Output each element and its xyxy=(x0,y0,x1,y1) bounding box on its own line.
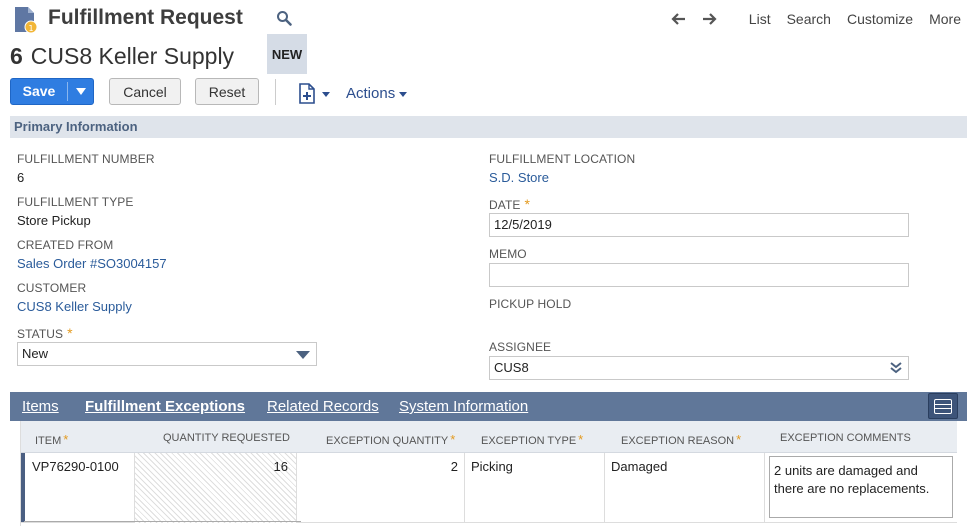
forward-arrow-icon[interactable] xyxy=(701,11,719,27)
required-indicator: * xyxy=(578,432,584,447)
cell-item[interactable]: VP76290-0100 xyxy=(25,453,135,523)
cell-exception-type[interactable]: Picking xyxy=(465,453,605,523)
cancel-button[interactable]: Cancel xyxy=(109,78,181,105)
svg-text:1: 1 xyxy=(28,24,33,33)
subtab-bar: Items Fulfillment Exceptions Related Rec… xyxy=(10,392,967,421)
record-number: 6 xyxy=(10,42,23,69)
actions-menu[interactable]: Actions xyxy=(346,85,408,102)
customer-label: CUSTOMER xyxy=(17,281,87,295)
dropdown-arrow-icon xyxy=(296,351,310,359)
cell-exception-quantity[interactable]: 2 xyxy=(297,453,465,523)
new-document-icon[interactable] xyxy=(297,82,333,104)
search-icon[interactable] xyxy=(276,10,292,26)
fulfillment-location-link[interactable]: S.D. Store xyxy=(489,170,549,185)
page-title: Fulfillment Request xyxy=(48,6,243,29)
cell-quantity-requested: 16 xyxy=(135,453,297,523)
column-header-exception-quantity[interactable]: EXCEPTION QUANTITY * xyxy=(326,432,455,447)
back-arrow-icon[interactable] xyxy=(669,11,687,27)
required-indicator: * xyxy=(524,196,531,212)
actions-label: Actions xyxy=(346,85,396,102)
required-indicator: * xyxy=(450,432,456,447)
tab-system-information[interactable]: System Information xyxy=(399,398,528,415)
created-from-link[interactable]: Sales Order #SO3004157 xyxy=(17,256,167,271)
column-header-exception-reason[interactable]: EXCEPTION REASON * xyxy=(621,432,741,447)
column-header-exception-quantity-label: EXCEPTION QUANTITY xyxy=(326,435,449,447)
fulfillment-exceptions-sublist: ITEM * QUANTITY REQUESTED EXCEPTION QUANT… xyxy=(20,421,957,526)
nav-list-link[interactable]: List xyxy=(749,11,771,27)
required-indicator: * xyxy=(67,325,73,341)
status-badge: NEW xyxy=(267,34,307,74)
nav-more-link[interactable]: More xyxy=(929,11,961,27)
assignee-label: ASSIGNEE xyxy=(489,340,552,354)
reset-button[interactable]: Reset xyxy=(195,78,259,105)
tab-fulfillment-exceptions-label: Fulfillment Exceptions xyxy=(85,398,246,415)
tab-fulfillment-exceptions[interactable]: Fulfillment Exceptions xyxy=(85,398,245,415)
created-from-label: CREATED FROM xyxy=(17,238,114,252)
top-navigation: List Search Customize More xyxy=(669,11,961,27)
fulfillment-type-value: Store Pickup xyxy=(17,213,91,228)
record-type-icon: 1 xyxy=(15,7,37,34)
save-button-label: Save xyxy=(22,83,56,99)
required-indicator: * xyxy=(63,432,69,447)
caret-down-icon xyxy=(75,87,86,95)
caret-down-icon xyxy=(399,91,408,97)
assignee-select[interactable]: CUS8 xyxy=(489,356,909,380)
memo-field[interactable] xyxy=(489,263,909,287)
page-header: 1 Fulfillment Request List Search Custom… xyxy=(0,0,967,40)
double-chevron-down-icon xyxy=(890,362,902,374)
save-button[interactable]: Save xyxy=(10,78,94,105)
tab-system-information-label: System Information xyxy=(399,398,529,415)
subtab-menu-button[interactable] xyxy=(928,393,958,419)
status-label-text: STATUS xyxy=(17,327,64,341)
nav-search-link[interactable]: Search xyxy=(787,11,831,27)
list-view-icon xyxy=(934,398,952,414)
tab-related-records[interactable]: Related Records xyxy=(267,398,379,415)
nav-customize-link[interactable]: Customize xyxy=(847,11,913,27)
date-field[interactable]: 12/5/2019 xyxy=(489,213,909,237)
record-name: CUS8 Keller Supply xyxy=(30,42,235,69)
sublist-header-row: ITEM * QUANTITY REQUESTED EXCEPTION QUANT… xyxy=(21,421,957,453)
fulfillment-location-label: FULFILLMENT LOCATION xyxy=(489,152,636,166)
sublist-footer-line xyxy=(24,521,301,526)
tab-items-label: Items xyxy=(22,398,59,415)
tab-related-records-label: Related Records xyxy=(267,398,379,415)
column-header-exception-comments[interactable]: EXCEPTION COMMENTS xyxy=(780,432,911,444)
toolbar-divider xyxy=(275,79,276,105)
fulfillment-number-value: 6 xyxy=(17,170,25,185)
column-header-item[interactable]: ITEM * xyxy=(35,432,68,447)
column-header-exception-reason-label: EXCEPTION REASON xyxy=(621,435,735,447)
pickup-hold-label: PICKUP HOLD xyxy=(489,297,572,311)
fulfillment-type-label: FULFILLMENT TYPE xyxy=(17,195,134,209)
status-select-value: New xyxy=(22,346,49,361)
column-header-item-label: ITEM xyxy=(35,435,62,447)
date-label: DATE * xyxy=(489,196,530,212)
customer-link[interactable]: CUS8 Keller Supply xyxy=(17,299,132,314)
fulfillment-number-label: FULFILLMENT NUMBER xyxy=(17,152,155,166)
tab-items[interactable]: Items xyxy=(22,398,59,415)
table-row[interactable]: VP76290-0100 16 2 Picking Damaged 2 unit… xyxy=(21,453,957,523)
column-header-quantity-requested[interactable]: QUANTITY REQUESTED xyxy=(163,432,290,444)
date-label-text: DATE xyxy=(489,198,521,212)
status-select[interactable]: New xyxy=(17,342,317,366)
assignee-select-value: CUS8 xyxy=(494,360,529,375)
status-label: STATUS * xyxy=(17,325,73,341)
memo-label: MEMO xyxy=(489,247,527,261)
column-header-exception-type-label: EXCEPTION TYPE xyxy=(481,435,577,447)
cell-exception-reason[interactable]: Damaged xyxy=(605,453,765,523)
column-header-exception-type[interactable]: EXCEPTION TYPE * xyxy=(481,432,583,447)
primary-information-section[interactable]: Primary Information xyxy=(10,116,967,138)
exception-comments-textarea[interactable]: 2 units are damaged and there are no rep… xyxy=(769,456,953,518)
save-dropdown-toggle[interactable] xyxy=(68,79,93,104)
record-heading: 6 CUS8 Keller Supply xyxy=(10,40,234,72)
required-indicator: * xyxy=(736,432,742,447)
